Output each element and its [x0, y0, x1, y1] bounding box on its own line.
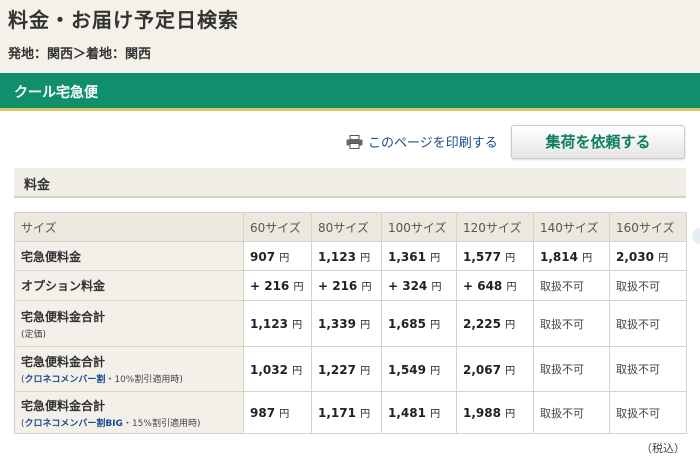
row-sublabel: (クロネコメンバー割BIG・15%割引適用時) [21, 418, 201, 429]
row-sublabel: (クロネコメンバー割・10%割引適用時) [21, 375, 183, 385]
fee-cell: 907 円 [243, 241, 312, 271]
row-sublabel: (定価) [21, 329, 47, 340]
fee-cell: + 324 円 [381, 270, 457, 301]
fee-cell: 1,032 円 [243, 346, 312, 392]
fee-cell: 取扱不可 [533, 270, 610, 301]
row-label: 宅急便料金 [14, 241, 244, 271]
fee-cell: 1,171 円 [311, 391, 382, 434]
fee-cell: 1,814 円 [533, 241, 610, 271]
table-row: 宅急便料金 907 円 1,123 円 1,361 円 1,577 円 1,81… [14, 241, 687, 271]
size-header: サイズ [14, 212, 244, 242]
fee-cell: 取扱不可 [533, 300, 610, 347]
table-row: 宅急便料金合計 (定価) 1,123 円 1,339 円 1,685 円 2,2… [14, 300, 687, 347]
column-header: 160サイズ [609, 212, 687, 242]
page-title: 料金・お届け予定日検索 [8, 8, 239, 32]
fee-cell: + 216 円 [311, 270, 382, 301]
table-row: オプション料金 + 216 円 + 216 円 + 324 円 + 648 円 … [14, 270, 687, 301]
printer-icon [346, 134, 363, 149]
fee-cell: 1,123 円 [311, 241, 382, 271]
service-header: クール宅急便 [0, 73, 700, 111]
column-header: 80サイズ [311, 212, 382, 242]
service-name: クール宅急便 [14, 85, 98, 101]
fee-cell: 2,225 円 [456, 300, 534, 347]
print-page-link[interactable]: このページを印刷する [346, 132, 498, 151]
row-label: 宅急便料金合計 (定価) [14, 300, 244, 347]
fee-cell: 取扱不可 [609, 346, 687, 392]
fee-cell: 取扱不可 [609, 270, 687, 301]
fee-cell: 1,339 円 [311, 300, 382, 347]
section-title: 料金 [24, 178, 51, 193]
fee-cell: 取扱不可 [609, 300, 687, 347]
fee-cell: 987 円 [243, 391, 312, 434]
table-row: 宅急便料金合計 (クロネコメンバー割・10%割引適用時) 1,032 円 1,2… [14, 346, 687, 392]
fee-cell: 2,067 円 [456, 346, 534, 392]
table-row: 宅急便料金合計 (クロネコメンバー割BIG・15%割引適用時) 987 円 1,… [14, 391, 687, 434]
fee-cell: 取扱不可 [609, 391, 687, 434]
member-discount-link[interactable]: クロネコメンバー割 [25, 375, 106, 385]
fee-cell: + 216 円 [243, 270, 312, 301]
fee-cell: 1,123 円 [243, 300, 312, 347]
column-header: 120サイズ [456, 212, 534, 242]
tax-note: （税込） [641, 442, 685, 455]
fee-cell: 2,030 円 [609, 241, 687, 271]
fee-cell: + 648 円 [456, 270, 534, 301]
row-label: 宅急便料金合計 (クロネコメンバー割・10%割引適用時) [14, 346, 244, 392]
fee-cell: 1,988 円 [456, 391, 534, 434]
row-label: 宅急便料金合計 (クロネコメンバー割BIG・15%割引適用時) [14, 391, 244, 434]
print-page-label: このページを印刷する [368, 136, 498, 151]
fee-cell: 取扱不可 [533, 391, 610, 434]
fee-cell: 取扱不可 [533, 346, 610, 392]
fee-cell: 1,577 円 [456, 241, 534, 271]
fee-cell: 1,227 円 [311, 346, 382, 392]
fee-cell: 1,361 円 [381, 241, 457, 271]
fee-cell: 1,685 円 [381, 300, 457, 347]
table-header-row: サイズ 60サイズ 80サイズ 100サイズ 120サイズ 140サイズ 160… [14, 212, 687, 242]
fee-table: サイズ 60サイズ 80サイズ 100サイズ 120サイズ 140サイズ 160… [14, 212, 687, 434]
column-header: 140サイズ [533, 212, 610, 242]
section-header: 料金 [14, 168, 686, 198]
fee-cell: 1,481 円 [381, 391, 457, 434]
request-pickup-button[interactable]: 集荷を依頼する [511, 125, 685, 159]
column-header: 100サイズ [381, 212, 457, 242]
route-text: 発地：関西＞着地：関西 [8, 47, 152, 62]
column-header: 60サイズ [243, 212, 312, 242]
fee-cell: 1,549 円 [381, 346, 457, 392]
row-label: オプション料金 [14, 270, 244, 301]
member-discount-big-link[interactable]: クロネコメンバー割BIG [25, 419, 123, 429]
